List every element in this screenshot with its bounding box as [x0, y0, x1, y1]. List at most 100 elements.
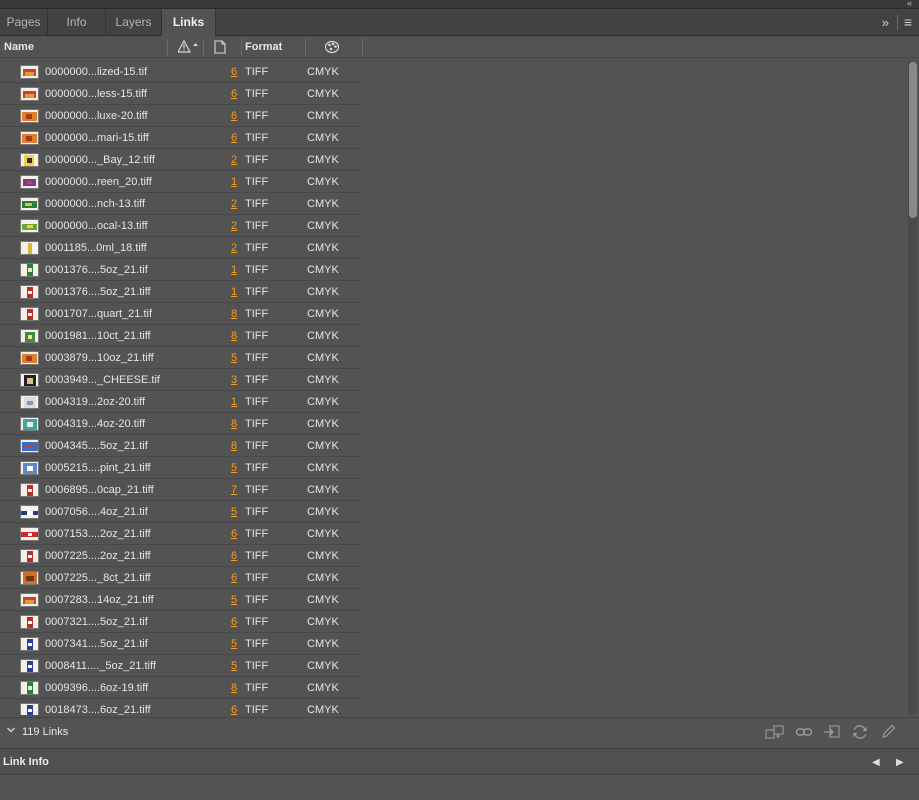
next-link-icon[interactable]: ▶: [896, 749, 904, 776]
link-row[interactable]: 0001376....5oz_21.tiff 1 TIFF CMYK: [0, 281, 362, 303]
link-file-name: 0000000...nch-13.tiff: [45, 198, 146, 210]
link-page-number[interactable]: 8: [231, 677, 237, 699]
panel-menu-icon[interactable]: ≡: [904, 9, 912, 36]
link-page-number[interactable]: 6: [231, 523, 237, 545]
link-row[interactable]: 0000000...ocal-13.tiff 2 TIFF CMYK: [0, 215, 362, 237]
link-row[interactable]: 0003879...10oz_21.tiff 5 TIFF CMYK: [0, 347, 362, 369]
link-page-number[interactable]: 8: [231, 325, 237, 347]
link-row[interactable]: 0000000...reen_20.tiff 1 TIFF CMYK: [0, 171, 362, 193]
link-page-number[interactable]: 8: [231, 435, 237, 457]
link-icon[interactable]: [795, 724, 813, 740]
update-link-icon[interactable]: [851, 724, 869, 740]
link-page-number[interactable]: 5: [231, 457, 237, 479]
collapse-panel-icon[interactable]: «: [907, 0, 912, 8]
link-row[interactable]: 0007225....2oz_21.tiff 6 TIFF CMYK: [0, 545, 362, 567]
link-format: TIFF: [245, 242, 269, 254]
link-row[interactable]: 0007341....5oz_21.tif 5 TIFF CMYK: [0, 633, 362, 655]
link-page-number[interactable]: 6: [231, 611, 237, 633]
vertical-scrollbar[interactable]: [908, 62, 917, 714]
link-page-number[interactable]: 5: [231, 589, 237, 611]
link-row[interactable]: 0000000...lized-15.tif 6 TIFF CMYK: [0, 61, 362, 83]
overflow-icon[interactable]: »: [882, 9, 889, 36]
chevron-down-icon[interactable]: [6, 725, 16, 738]
link-page-number[interactable]: 6: [231, 699, 237, 715]
link-page-number[interactable]: 1: [231, 171, 237, 193]
link-page-number[interactable]: 2: [231, 193, 237, 215]
link-row[interactable]: 0004345....5oz_21.tif 8 TIFF CMYK: [0, 435, 362, 457]
color-space-icon[interactable]: [324, 40, 341, 54]
link-format: TIFF: [245, 286, 269, 298]
link-row[interactable]: 0000000...mari-15.tiff 6 TIFF CMYK: [0, 127, 362, 149]
link-row[interactable]: 0005215....pint_21.tiff 5 TIFF CMYK: [0, 457, 362, 479]
edit-original-icon[interactable]: [880, 724, 898, 740]
link-page-number[interactable]: 6: [231, 61, 237, 83]
link-page-number[interactable]: 6: [231, 83, 237, 105]
tab-links[interactable]: Links: [162, 9, 216, 37]
link-page-number[interactable]: 5: [231, 501, 237, 523]
link-row[interactable]: 0007321....5oz_21.tif 6 TIFF CMYK: [0, 611, 362, 633]
tab-layers[interactable]: Layers: [106, 9, 162, 36]
link-page-number[interactable]: 2: [231, 237, 237, 259]
link-row[interactable]: 0003949..._CHEESE.tif 3 TIFF CMYK: [0, 369, 362, 391]
link-row[interactable]: 0001185...0ml_18.tiff 2 TIFF CMYK: [0, 237, 362, 259]
link-row[interactable]: 0004319...4oz-20.tiff 8 TIFF CMYK: [0, 413, 362, 435]
link-row[interactable]: 0006895...0cap_21.tiff 7 TIFF CMYK: [0, 479, 362, 501]
link-row[interactable]: 0007225..._8ct_21.tiff 6 TIFF CMYK: [0, 567, 362, 589]
link-row[interactable]: 0001707...quart_21.tif 8 TIFF CMYK: [0, 303, 362, 325]
link-thumbnail: [20, 219, 39, 233]
link-row[interactable]: 0008411...._5oz_21.tiff 5 TIFF CMYK: [0, 655, 362, 677]
link-file-name: 0008411...._5oz_21.tiff: [45, 660, 156, 672]
link-page-number[interactable]: 6: [231, 105, 237, 127]
link-row[interactable]: 0001376....5oz_21.tif 1 TIFF CMYK: [0, 259, 362, 281]
link-row[interactable]: 0000000...nch-13.tiff 2 TIFF CMYK: [0, 193, 362, 215]
link-page-number[interactable]: 6: [231, 545, 237, 567]
link-row[interactable]: 0007283...14oz_21.tiff 5 TIFF CMYK: [0, 589, 362, 611]
column-divider[interactable]: [203, 39, 204, 56]
column-divider[interactable]: [362, 39, 363, 56]
link-color-space: CMYK: [307, 88, 339, 100]
link-page-number[interactable]: 6: [231, 127, 237, 149]
column-divider[interactable]: [167, 39, 168, 56]
warning-icon[interactable]: [176, 39, 200, 54]
link-page-number[interactable]: 1: [231, 281, 237, 303]
link-page-number[interactable]: 1: [231, 391, 237, 413]
link-info-section[interactable]: Link Info ◀ ▶: [0, 748, 919, 775]
link-file-name: 0007283...14oz_21.tiff: [45, 594, 154, 606]
go-to-link-icon[interactable]: [823, 724, 841, 740]
link-format: TIFF: [245, 110, 269, 122]
column-divider[interactable]: [241, 39, 242, 56]
name-column-header[interactable]: Name: [4, 37, 34, 58]
previous-link-icon[interactable]: ◀: [872, 749, 880, 776]
link-row[interactable]: 0018473....6oz_21.tiff 6 TIFF CMYK: [0, 699, 362, 715]
link-row[interactable]: 0000000...less-15.tiff 6 TIFF CMYK: [0, 83, 362, 105]
link-row[interactable]: 0004319...2oz-20.tiff 1 TIFF CMYK: [0, 391, 362, 413]
relink-from-cc-icon[interactable]: [765, 724, 784, 740]
column-divider[interactable]: [305, 39, 306, 56]
link-page-number[interactable]: 2: [231, 215, 237, 237]
link-row[interactable]: 0009396....6oz-19.tiff 8 TIFF CMYK: [0, 677, 362, 699]
link-file-name: 0000000...less-15.tiff: [45, 88, 147, 100]
link-page-number[interactable]: 5: [231, 347, 237, 369]
link-page-number[interactable]: 2: [231, 149, 237, 171]
link-page-number[interactable]: 8: [231, 303, 237, 325]
link-row[interactable]: 0007056....4oz_21.tif 5 TIFF CMYK: [0, 501, 362, 523]
link-info-title[interactable]: Link Info: [3, 749, 49, 776]
link-row[interactable]: 0000000..._Bay_12.tiff 2 TIFF CMYK: [0, 149, 362, 171]
link-page-number[interactable]: 5: [231, 633, 237, 655]
scrollbar-thumb[interactable]: [909, 62, 917, 218]
link-row[interactable]: 0007153....2oz_21.tiff 6 TIFF CMYK: [0, 523, 362, 545]
link-page-number[interactable]: 8: [231, 413, 237, 435]
link-page-number[interactable]: 1: [231, 259, 237, 281]
link-page-number[interactable]: 5: [231, 655, 237, 677]
link-thumbnail: [20, 153, 39, 167]
tab-pages[interactable]: Pages: [0, 9, 48, 36]
link-page-number[interactable]: 3: [231, 369, 237, 391]
format-column-header[interactable]: Format: [245, 37, 282, 58]
link-format: TIFF: [245, 198, 269, 210]
link-page-number[interactable]: 6: [231, 567, 237, 589]
link-row[interactable]: 0001981...10ct_21.tiff 8 TIFF CMYK: [0, 325, 362, 347]
link-row[interactable]: 0000000...luxe-20.tiff 6 TIFF CMYK: [0, 105, 362, 127]
link-page-number[interactable]: 7: [231, 479, 237, 501]
tab-info[interactable]: Info: [48, 9, 106, 36]
page-icon[interactable]: [214, 40, 226, 54]
